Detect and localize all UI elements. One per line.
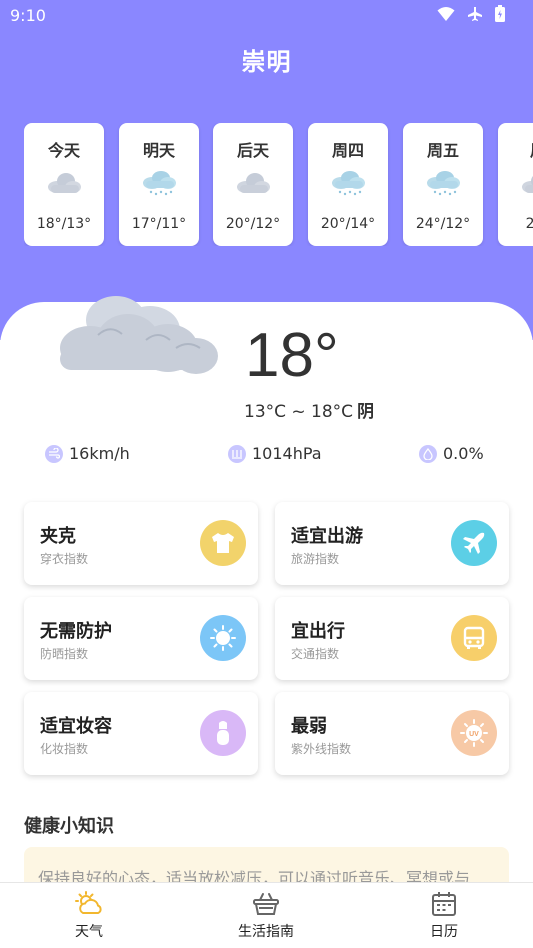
weather-sun-cloud-icon	[75, 891, 102, 914]
index-card-clothing[interactable]: 夹克 穿衣指数	[24, 502, 258, 585]
city-title: 崇明	[241, 48, 292, 76]
airplane-mode-icon	[468, 6, 482, 21]
index-title: 宜出行	[291, 621, 345, 642]
calendar-icon	[432, 892, 456, 916]
forecast-day-label: 周	[498, 137, 533, 161]
forecast-temp: 18°/13°	[36, 216, 92, 232]
precipitation-value: 0.0%	[443, 444, 484, 463]
status-time: 9:10	[10, 6, 46, 25]
forecast-temp: 20°/14°	[320, 216, 376, 232]
nav-label-life-guide: 生活指南	[238, 924, 294, 940]
wind-speed: 16km/h	[45, 444, 130, 463]
sun-icon	[200, 615, 246, 661]
forecast-day-label: 周五	[426, 141, 459, 160]
battery-icon	[495, 5, 505, 22]
temperature-range-value: 13°C ~ 18°C	[244, 402, 354, 422]
basket-icon	[253, 893, 279, 915]
index-card-uv[interactable]: 最弱 紫外线指数 UV	[275, 692, 509, 775]
wind-speed-value: 16km/h	[69, 444, 130, 463]
current-temperature: 18°	[245, 321, 339, 390]
index-card-sunscreen[interactable]: 无需防护 防晒指数	[24, 597, 258, 680]
pressure-icon	[228, 444, 246, 463]
shirt-icon	[200, 520, 246, 566]
weather-condition: 阴	[357, 402, 375, 422]
rain-cloud-icon	[143, 171, 176, 196]
nav-tab-life-guide[interactable]: 生活指南	[206, 891, 326, 941]
index-subtitle: 化妆指数	[40, 742, 89, 756]
index-card-traffic[interactable]: 宜出行 交通指数	[275, 597, 509, 680]
rain-cloud-icon	[427, 171, 460, 196]
nav-tab-weather[interactable]: 天气	[29, 891, 149, 941]
uv-icon: UV	[451, 710, 497, 756]
index-title: 夹克	[40, 526, 76, 547]
cloud-icon	[522, 175, 533, 193]
forecast-temp: 24°/12°	[415, 216, 471, 232]
index-subtitle: 旅游指数	[291, 552, 340, 566]
cloud-icon	[237, 173, 270, 193]
makeup-icon	[200, 710, 246, 756]
air-pressure: 1014hPa	[228, 444, 322, 463]
daily-forecast-strip[interactable]: 今天 18°/13° 明天 17°/11° 后天 20°/12° 周四 20°/…	[24, 123, 533, 246]
bus-icon	[451, 615, 497, 661]
status-bar: 9:10	[0, 0, 533, 30]
index-card-travel[interactable]: 适宜出游 旅游指数	[275, 502, 509, 585]
air-pressure-value: 1014hPa	[252, 444, 322, 463]
index-subtitle: 交通指数	[291, 647, 340, 661]
forecast-card-tomorrow[interactable]: 明天 17°/11°	[119, 123, 199, 246]
forecast-card-thursday[interactable]: 周四 20°/14°	[308, 123, 388, 246]
index-subtitle: 紫外线指数	[291, 742, 352, 756]
bottom-navigation: 天气 生活指南 日历	[0, 882, 533, 948]
forecast-temp: 17°/11°	[131, 216, 187, 232]
forecast-temp: 20°/12°	[225, 216, 281, 232]
forecast-card-saturday[interactable]: 周 24°	[498, 123, 533, 246]
nav-tab-calendar[interactable]: 日历	[384, 891, 504, 941]
nav-label-weather: 天气	[75, 924, 103, 940]
index-subtitle: 穿衣指数	[40, 552, 89, 566]
raindrop-icon	[419, 444, 437, 463]
health-tips-title: 健康小知识	[24, 816, 114, 837]
forecast-card-today[interactable]: 今天 18°/13°	[24, 123, 104, 246]
index-title: 适宜出游	[291, 526, 363, 547]
nav-label-calendar: 日历	[430, 924, 458, 940]
cloud-icon	[48, 173, 81, 193]
index-card-makeup[interactable]: 适宜妆容 化妆指数	[24, 692, 258, 775]
forecast-day-label: 后天	[236, 141, 269, 160]
forecast-day-label: 明天	[142, 141, 175, 160]
index-title: 无需防护	[40, 621, 112, 642]
wind-icon	[45, 444, 63, 463]
precipitation: 0.0%	[419, 444, 484, 463]
forecast-day-label: 周四	[331, 141, 364, 160]
forecast-temp: 24°	[525, 216, 533, 232]
cloudy-icon	[60, 296, 218, 374]
forecast-day-label: 今天	[47, 141, 80, 160]
forecast-card-day-after[interactable]: 后天 20°/12°	[213, 123, 293, 246]
airplane-icon	[451, 520, 497, 566]
forecast-card-friday[interactable]: 周五 24°/12°	[403, 123, 483, 246]
wifi-icon	[437, 6, 455, 21]
svg-text:UV: UV	[469, 731, 479, 738]
rain-cloud-icon	[332, 171, 365, 196]
index-title: 适宜妆容	[40, 716, 112, 737]
temperature-range: 13°C ~ 18°C 阴	[244, 397, 374, 422]
index-title: 最弱	[291, 716, 327, 737]
index-subtitle: 防晒指数	[40, 647, 89, 661]
